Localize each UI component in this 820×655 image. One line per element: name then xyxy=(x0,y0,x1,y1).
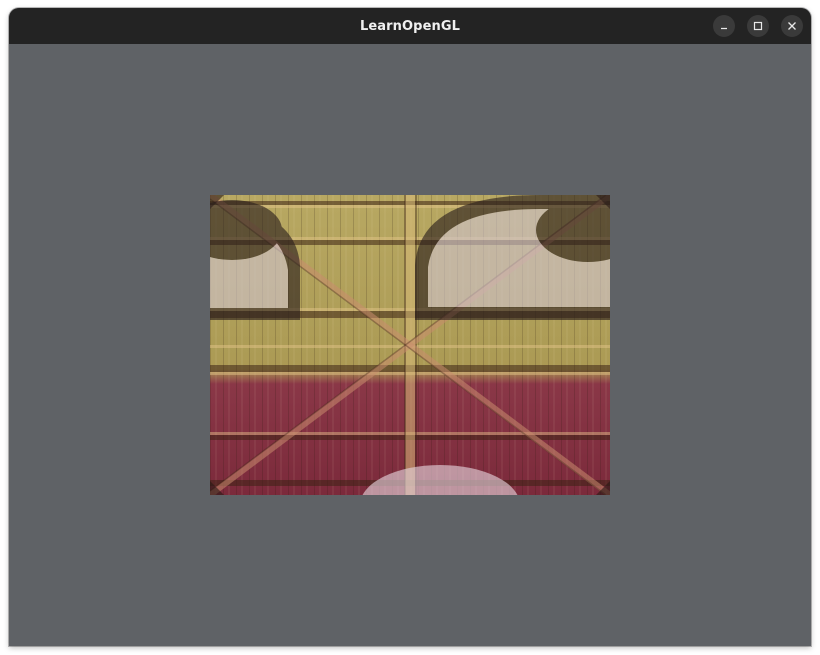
app-window: LearnOpenGL xyxy=(9,8,811,646)
close-icon xyxy=(788,22,796,30)
window-title: LearnOpenGL xyxy=(359,19,461,34)
textured-quad xyxy=(210,195,610,495)
title-bar[interactable]: LearnOpenGL xyxy=(9,8,811,44)
gl-viewport[interactable] xyxy=(9,44,811,646)
close-button[interactable] xyxy=(781,15,803,37)
minimize-button[interactable] xyxy=(713,15,735,37)
minimize-icon xyxy=(721,27,727,30)
maximize-button[interactable] xyxy=(747,15,769,37)
maximize-icon xyxy=(753,21,763,31)
